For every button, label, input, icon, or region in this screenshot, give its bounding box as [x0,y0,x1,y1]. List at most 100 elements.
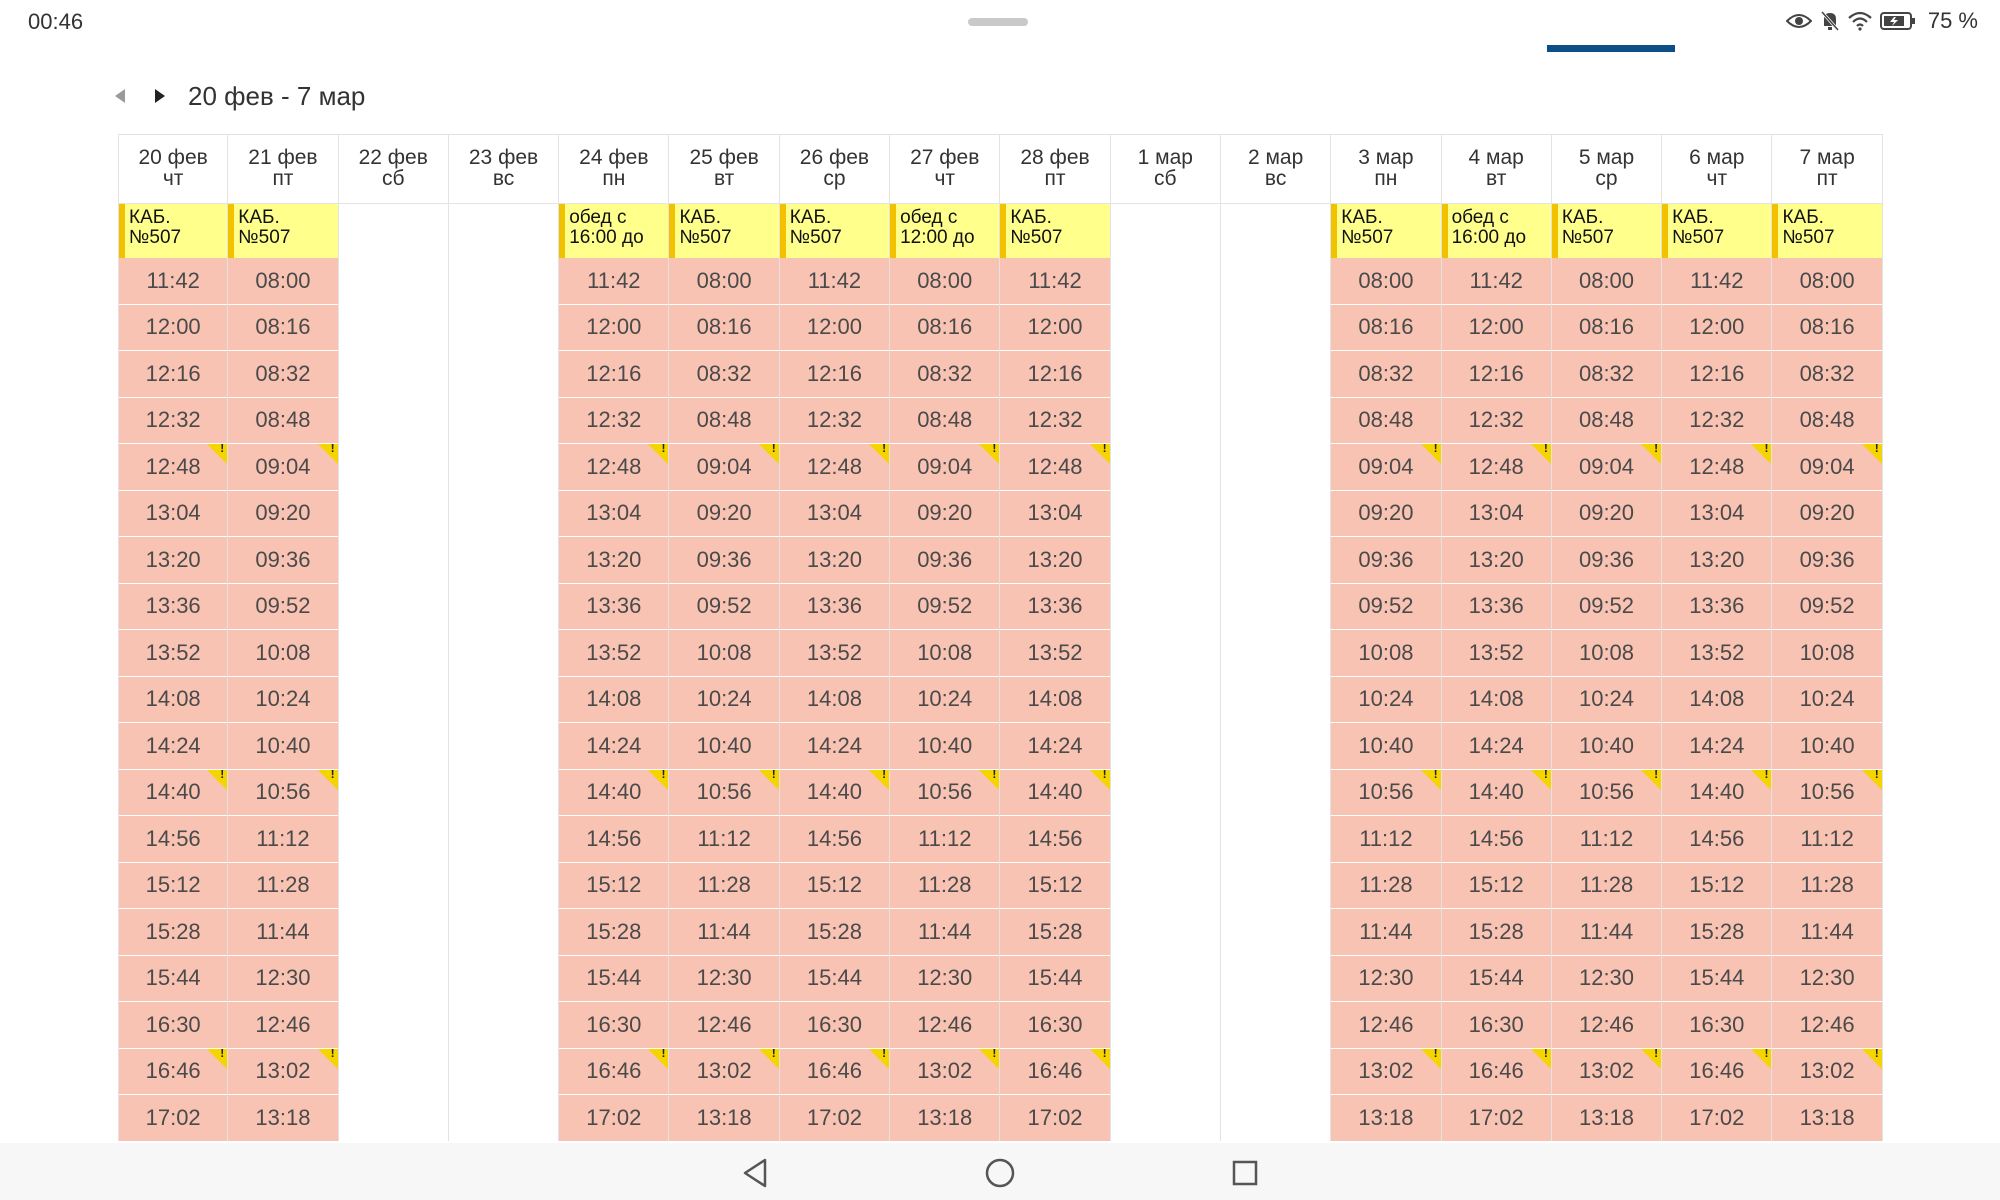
time-slot[interactable]: 10:08 [1551,630,1662,676]
time-slot[interactable]: 09:36 [1331,537,1441,583]
time-slot[interactable]: 08:32 [669,351,779,397]
time-slot[interactable]: 14:56 [779,816,890,862]
time-slot[interactable]: 16:30 [1441,1002,1551,1048]
time-slot[interactable]: 13:02! [1331,1048,1441,1094]
day-header[interactable]: 23 фев вс [448,134,559,204]
time-slot[interactable]: 11:28 [1331,862,1441,908]
time-slot[interactable]: 12:32 [559,397,669,443]
time-slot[interactable]: 15:28 [1662,909,1772,955]
time-slot[interactable]: 12:32 [119,397,228,443]
day-header[interactable]: 21 фев пт [228,134,338,204]
time-slot[interactable]: 12:30 [1331,955,1441,1001]
day-note[interactable]: обед с 12:00 до [890,204,1000,258]
time-slot[interactable]: 09:20 [669,490,779,536]
time-slot[interactable]: 10:40 [1331,723,1441,769]
day-header[interactable]: 1 мар сб [1110,134,1220,204]
time-slot[interactable]: 14:56 [1662,816,1772,862]
day-header[interactable]: 28 фев пт [1000,134,1110,204]
drag-handle[interactable] [968,18,1028,26]
time-slot[interactable]: 12:48! [119,444,228,490]
time-slot[interactable]: 12:46 [1551,1002,1662,1048]
time-slot[interactable]: 08:00 [228,258,338,304]
time-slot[interactable]: 13:02! [228,1048,338,1094]
time-slot[interactable]: 14:56 [559,816,669,862]
time-slot[interactable]: 14:08 [559,676,669,722]
time-slot[interactable]: 13:36 [559,583,669,629]
time-slot[interactable]: 12:16 [1441,351,1551,397]
day-note[interactable]: КАБ. №507 [1331,204,1441,258]
time-slot[interactable]: 15:44 [779,955,890,1001]
time-slot[interactable]: 09:52 [228,583,338,629]
time-slot[interactable]: 11:44 [1772,909,1882,955]
time-slot[interactable]: 14:08 [779,676,890,722]
time-slot[interactable]: 12:16 [119,351,228,397]
time-slot[interactable]: 13:52 [1662,630,1772,676]
time-slot[interactable]: 12:32 [1662,397,1772,443]
time-slot[interactable]: 09:36 [890,537,1000,583]
home-button[interactable] [980,1153,1020,1193]
time-slot[interactable]: 12:48! [1000,444,1110,490]
day-header[interactable]: 6 мар чт [1662,134,1772,204]
time-slot[interactable]: 09:04! [1551,444,1662,490]
time-slot[interactable]: 13:52 [1441,630,1551,676]
time-slot[interactable]: 08:00 [1772,258,1882,304]
time-slot[interactable]: 14:24 [559,723,669,769]
time-slot[interactable]: 13:36 [1000,583,1110,629]
time-slot[interactable]: 13:04 [1000,490,1110,536]
time-slot[interactable]: 08:32 [1551,351,1662,397]
time-slot[interactable]: 12:46 [1331,1002,1441,1048]
time-slot[interactable]: 12:16 [1000,351,1110,397]
time-slot[interactable]: 15:28 [559,909,669,955]
time-slot[interactable]: 14:24 [119,723,228,769]
time-slot[interactable]: 09:36 [1551,537,1662,583]
time-slot[interactable]: 13:04 [559,490,669,536]
time-slot[interactable]: 11:12 [669,816,779,862]
time-slot[interactable]: 13:52 [119,630,228,676]
day-note[interactable]: КАБ. №507 [1662,204,1772,258]
time-slot[interactable]: 13:36 [119,583,228,629]
time-slot[interactable]: 17:02 [779,1095,890,1141]
time-slot[interactable]: 15:44 [1662,955,1772,1001]
time-slot[interactable]: 08:48 [1551,397,1662,443]
time-slot[interactable]: 12:48! [779,444,890,490]
recents-button[interactable] [1225,1153,1265,1193]
time-slot[interactable]: 13:52 [1000,630,1110,676]
time-slot[interactable]: 14:40! [779,769,890,815]
time-slot[interactable]: 16:46! [1662,1048,1772,1094]
time-slot[interactable]: 08:32 [1772,351,1882,397]
time-slot[interactable]: 12:32 [1000,397,1110,443]
time-slot[interactable]: 13:20 [779,537,890,583]
day-note[interactable]: КАБ. №507 [228,204,338,258]
time-slot[interactable]: 12:30 [1551,955,1662,1001]
time-slot[interactable]: 08:16 [890,304,1000,350]
time-slot[interactable]: 13:36 [779,583,890,629]
day-header[interactable]: 22 фев сб [338,134,448,204]
time-slot[interactable]: 11:42 [1662,258,1772,304]
time-slot[interactable]: 15:44 [1441,955,1551,1001]
time-slot[interactable]: 13:18 [669,1095,779,1141]
time-slot[interactable]: 09:20 [1331,490,1441,536]
prev-period-button[interactable] [100,76,140,116]
time-slot[interactable]: 15:12 [1441,862,1551,908]
time-slot[interactable]: 11:12 [1551,816,1662,862]
time-slot[interactable]: 10:24 [890,676,1000,722]
time-slot[interactable]: 09:36 [669,537,779,583]
time-slot[interactable]: 08:32 [1331,351,1441,397]
time-slot[interactable]: 10:08 [669,630,779,676]
time-slot[interactable]: 11:28 [669,862,779,908]
day-note[interactable]: КАБ. №507 [119,204,228,258]
time-slot[interactable]: 12:00 [119,304,228,350]
time-slot[interactable]: 08:48 [669,397,779,443]
time-slot[interactable]: 15:44 [119,955,228,1001]
time-slot[interactable]: 08:16 [669,304,779,350]
day-note[interactable]: КАБ. №507 [1551,204,1662,258]
time-slot[interactable]: 12:46 [890,1002,1000,1048]
time-slot[interactable]: 14:24 [1662,723,1772,769]
day-note[interactable]: КАБ. №507 [1772,204,1882,258]
time-slot[interactable]: 09:04! [1772,444,1882,490]
time-slot[interactable]: 10:56! [1551,769,1662,815]
time-slot[interactable]: 16:30 [1662,1002,1772,1048]
day-note[interactable]: КАБ. №507 [779,204,890,258]
time-slot[interactable]: 16:46! [119,1048,228,1094]
next-period-button[interactable] [140,76,180,116]
